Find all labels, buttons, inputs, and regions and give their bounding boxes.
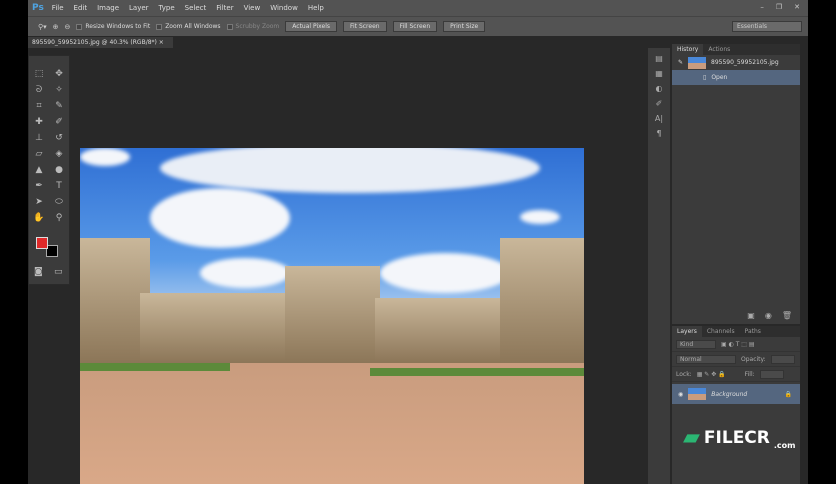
photoshop-window: Ps File Edit Image Layer Type Select Fil…	[28, 0, 808, 484]
layer-row[interactable]: ◉ Background 🔒	[672, 384, 800, 404]
canvas-image[interactable]	[80, 148, 584, 484]
restore-icon[interactable]: ❐	[776, 3, 782, 11]
stamp-tool-icon[interactable]: ⊥	[35, 133, 43, 143]
quick-mask-icon[interactable]: ◙	[34, 267, 43, 277]
new-document-icon[interactable]: ▣	[747, 311, 755, 320]
lock-icons[interactable]: ▦ ✎ ✥ 🔒	[697, 371, 726, 378]
marquee-tool-icon[interactable]: ⬚	[35, 69, 44, 79]
document-icon: ▯	[703, 74, 707, 81]
bucket-icon[interactable]: ◈	[56, 149, 63, 159]
layer-thumbnail	[688, 388, 707, 400]
history-snapshot[interactable]: ✎ 895590_59952105.jpg	[672, 55, 800, 70]
document-tab[interactable]: 895590_59952105.jpg @ 40.3% (RGB/8*) ×	[28, 37, 173, 48]
zoom-tool-icon[interactable]: ⚲▾	[38, 23, 47, 31]
menu-edit[interactable]: Edit	[74, 4, 88, 12]
minimize-icon[interactable]: –	[760, 3, 764, 11]
menu-view[interactable]: View	[244, 4, 261, 12]
layer-lock-icon: 🔒	[784, 390, 792, 398]
eraser-icon[interactable]: ▱	[36, 149, 43, 159]
adjustments-icon[interactable]: ◐	[648, 84, 670, 93]
workspace-select[interactable]: Essentials	[732, 21, 802, 32]
zoom-in-icon[interactable]: ⊕	[53, 23, 59, 31]
eyedropper-icon[interactable]: ✎	[55, 101, 63, 111]
close-tab-icon[interactable]: ×	[159, 39, 164, 46]
brush-icon: ✎	[678, 59, 684, 66]
pen-tool-icon[interactable]: ✒	[35, 181, 43, 191]
shape-tool-icon[interactable]: ⬭	[55, 197, 63, 207]
character-icon[interactable]: A|	[648, 114, 670, 123]
properties-icon[interactable]: ▦	[648, 69, 670, 78]
tab-history[interactable]: History	[672, 44, 704, 55]
filter-icons[interactable]: ▣ ◐ T ⬚ ▤	[721, 341, 755, 348]
visibility-eye-icon[interactable]: ◉	[678, 391, 683, 398]
resize-windows-checkbox[interactable]: Resize Windows to Fit	[76, 23, 150, 30]
snapshot-thumbnail	[688, 56, 707, 69]
healing-brush-icon[interactable]: ✚	[35, 117, 43, 127]
paragraph-icon[interactable]: ¶	[648, 129, 670, 138]
tab-channels[interactable]: Channels	[702, 326, 740, 337]
camera-icon[interactable]: ◉	[765, 311, 772, 320]
trash-icon[interactable]: 🗑	[782, 311, 792, 320]
layers-panel: Layers Channels Paths Kind ▣ ◐ T ⬚ ▤ Normal…	[672, 326, 800, 484]
filecr-watermark: ▰ FILECR .com	[683, 425, 796, 450]
dodge-tool-icon[interactable]: ●	[55, 165, 63, 175]
scrubby-zoom-checkbox[interactable]: Scrubby Zoom	[226, 23, 279, 30]
fill-field[interactable]	[759, 369, 784, 379]
actual-pixels-button[interactable]: Actual Pixels	[285, 21, 337, 32]
menu-type[interactable]: Type	[159, 4, 175, 12]
brush-tool-icon[interactable]: ✐	[55, 117, 63, 127]
screen-mode-icon[interactable]: ▭	[54, 267, 63, 277]
zoom-out-icon[interactable]: ⊖	[65, 23, 71, 31]
hand-tool-icon[interactable]: ✋	[33, 213, 44, 223]
zoom-tool-icon[interactable]: ⚲	[56, 213, 63, 223]
history-brush-icon[interactable]: ↺	[55, 133, 63, 143]
print-size-button[interactable]: Print Size	[443, 21, 486, 32]
foreground-color-swatch[interactable]	[36, 237, 48, 249]
close-icon[interactable]: ✕	[794, 3, 800, 11]
menu-file[interactable]: File	[52, 4, 64, 12]
options-bar: ⚲▾ ⊕ ⊖ Resize Windows to Fit Zoom All Wi…	[28, 16, 808, 36]
tab-actions[interactable]: Actions	[703, 44, 735, 55]
type-tool-icon[interactable]: T	[56, 181, 62, 191]
move-tool-icon[interactable]: ✥	[55, 69, 63, 79]
blend-mode-select[interactable]: Normal	[676, 354, 736, 364]
kind-filter[interactable]: Kind	[676, 339, 716, 349]
tab-layers[interactable]: Layers	[672, 326, 702, 337]
brush-panel-icon[interactable]: ✐	[648, 99, 670, 108]
ps-logo: Ps	[32, 3, 44, 13]
zoom-all-checkbox[interactable]: Zoom All Windows	[156, 23, 221, 30]
menu-window[interactable]: Window	[270, 4, 298, 12]
menu-help[interactable]: Help	[308, 4, 324, 12]
crop-tool-icon[interactable]: ⌗	[36, 101, 41, 111]
opacity-field[interactable]	[770, 354, 795, 364]
lasso-tool-icon[interactable]: ᘐ	[36, 85, 42, 95]
magic-wand-icon[interactable]: ✧	[55, 85, 63, 95]
menu-layer[interactable]: Layer	[129, 4, 149, 12]
fill-screen-button[interactable]: Fill Screen	[392, 21, 438, 32]
path-select-icon[interactable]: ➤	[35, 197, 43, 207]
menu-select[interactable]: Select	[185, 4, 207, 12]
menu-bar: Ps File Edit Image Layer Type Select Fil…	[28, 0, 808, 16]
panel-icon-column: ▤ ▦ ◐ ✐ A| ¶	[648, 48, 670, 484]
fit-screen-button[interactable]: Fit Screen	[343, 21, 387, 32]
tab-paths[interactable]: Paths	[740, 326, 766, 337]
blur-tool-icon[interactable]: ▲	[36, 165, 43, 175]
history-item[interactable]: ▯ Open	[672, 70, 800, 85]
menu-filter[interactable]: Filter	[216, 4, 233, 12]
history-panel: History Actions ✎ 895590_59952105.jpg ▯ Ope…	[672, 44, 800, 324]
history-panel-icon[interactable]: ▤	[648, 54, 670, 63]
menu-image[interactable]: Image	[97, 4, 119, 12]
